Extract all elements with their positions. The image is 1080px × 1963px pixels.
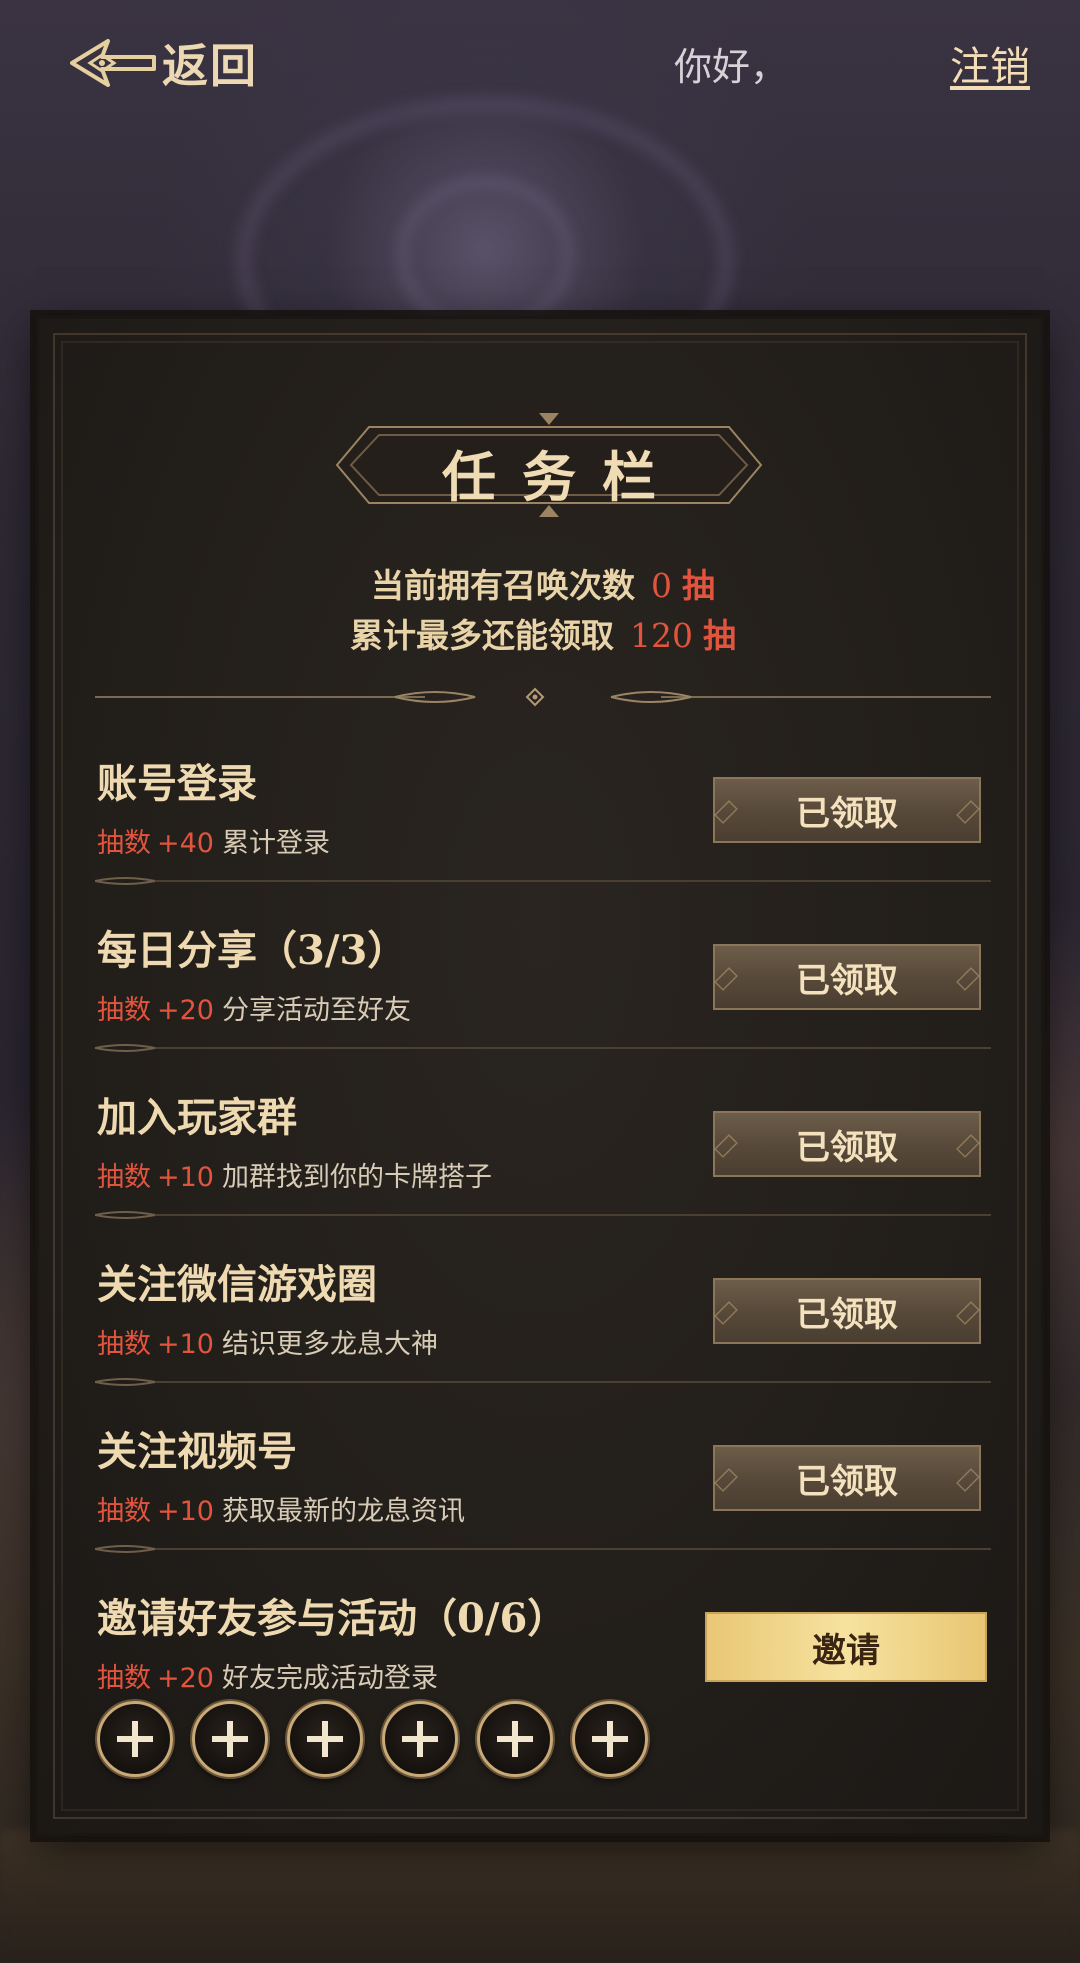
invite-slot[interactable] xyxy=(97,1701,173,1777)
reward-label: 抽数 xyxy=(97,1162,151,1193)
task-title: 账号登录 xyxy=(97,760,257,807)
summary-max-claimable: 累计最多还能领取 120 抽 xyxy=(39,609,1047,657)
task-row-wechat-circle: 关注微信游戏圈 抽数 +10 结识更多龙息大神 已领取 xyxy=(39,1230,1047,1397)
summary-max-label: 累计最多还能领取 xyxy=(350,616,614,655)
reward-label: 抽数 xyxy=(97,1496,151,1527)
claimed-button[interactable]: 已领取 xyxy=(713,1278,981,1344)
claimed-button[interactable]: 已领取 xyxy=(713,777,981,843)
task-title: 每日分享（3/3） xyxy=(97,927,408,974)
task-desc-text: 累计登录 xyxy=(221,828,330,859)
invite-button[interactable]: 邀请 xyxy=(705,1612,987,1682)
reward-label: 抽数 xyxy=(97,995,151,1026)
task-row-join-group: 加入玩家群 抽数 +10 加群找到你的卡牌搭子 已领取 xyxy=(39,1063,1047,1230)
task-desc-text: 好友完成活动登录 xyxy=(221,1663,438,1694)
invite-slot[interactable] xyxy=(572,1701,648,1777)
reward-value: +20 xyxy=(157,995,214,1026)
task-row-login: 账号登录 抽数 +40 累计登录 已领取 xyxy=(39,729,1047,896)
task-description: 抽数 +10 加群找到你的卡牌搭子 xyxy=(97,1155,492,1194)
plus-icon xyxy=(117,1721,153,1757)
background-bottom xyxy=(0,1830,1080,1963)
row-divider xyxy=(95,1211,991,1219)
summary-max-value: 120 xyxy=(630,616,693,655)
reward-value: +10 xyxy=(157,1496,214,1527)
plus-icon xyxy=(212,1721,248,1757)
invite-slots xyxy=(97,1701,667,1777)
reward-value: +10 xyxy=(157,1162,214,1193)
task-desc-text: 获取最新的龙息资讯 xyxy=(221,1496,465,1527)
row-divider xyxy=(95,1545,991,1553)
row-divider xyxy=(95,1044,991,1052)
invite-slot[interactable] xyxy=(287,1701,363,1777)
claimed-button[interactable]: 已领取 xyxy=(713,944,981,1010)
back-label: 返回 xyxy=(162,39,258,93)
plus-icon xyxy=(592,1721,628,1757)
row-divider xyxy=(95,877,991,885)
task-panel: 任务栏 当前拥有召唤次数 0 抽 累计最多还能领取 120 抽 账号登录 抽数 +40 累计… xyxy=(36,316,1044,1836)
panel-title: 任务栏 xyxy=(442,445,682,509)
summary-current-unit: 抽 xyxy=(682,566,715,605)
task-description: 抽数 +40 累计登录 xyxy=(97,821,330,860)
greeting-text: 你好， xyxy=(674,45,789,89)
plus-icon xyxy=(402,1721,438,1757)
reward-value: +10 xyxy=(157,1329,214,1360)
reward-label: 抽数 xyxy=(97,828,151,859)
summary-current-draws: 当前拥有召唤次数 0 抽 xyxy=(39,559,1047,607)
ornament-divider xyxy=(95,687,991,707)
reward-value: +40 xyxy=(157,828,214,859)
task-title: 关注视频号 xyxy=(97,1428,297,1475)
task-row-video-channel: 关注视频号 抽数 +10 获取最新的龙息资讯 已领取 xyxy=(39,1397,1047,1564)
row-divider xyxy=(95,1378,991,1386)
panel-title-plate: 任务栏 xyxy=(329,413,769,517)
plus-icon xyxy=(497,1721,533,1757)
reward-value: +20 xyxy=(157,1663,214,1694)
invite-slot[interactable] xyxy=(477,1701,553,1777)
summary-max-unit: 抽 xyxy=(703,616,736,655)
task-description: 抽数 +20 好友完成活动登录 xyxy=(97,1656,438,1695)
back-arrow-icon xyxy=(70,39,156,87)
back-button[interactable]: 返回 xyxy=(68,30,258,96)
reward-label: 抽数 xyxy=(97,1663,151,1694)
summary-current-label: 当前拥有召唤次数 xyxy=(371,566,635,605)
invite-slot[interactable] xyxy=(382,1701,458,1777)
task-desc-text: 结识更多龙息大神 xyxy=(221,1329,438,1360)
task-desc-text: 分享活动至好友 xyxy=(221,995,411,1026)
summary-current-value: 0 xyxy=(651,566,672,605)
task-desc-text: 加群找到你的卡牌搭子 xyxy=(221,1162,492,1193)
top-bar: 返回 你好， 注销 xyxy=(0,0,1080,120)
logout-link[interactable]: 注销 xyxy=(950,34,1030,92)
task-description: 抽数 +10 获取最新的龙息资讯 xyxy=(97,1489,465,1528)
task-description: 抽数 +10 结识更多龙息大神 xyxy=(97,1322,438,1361)
task-title: 关注微信游戏圈 xyxy=(97,1261,377,1308)
task-row-daily-share: 每日分享（3/3） 抽数 +20 分享活动至好友 已领取 xyxy=(39,896,1047,1063)
reward-label: 抽数 xyxy=(97,1329,151,1360)
task-description: 抽数 +20 分享活动至好友 xyxy=(97,988,411,1027)
plus-icon xyxy=(307,1721,343,1757)
claimed-button[interactable]: 已领取 xyxy=(713,1111,981,1177)
task-title: 邀请好友参与活动（0/6） xyxy=(97,1595,568,1642)
background-ring-inner xyxy=(395,175,575,335)
claimed-button[interactable]: 已领取 xyxy=(713,1445,981,1511)
invite-slot[interactable] xyxy=(192,1701,268,1777)
task-title: 加入玩家群 xyxy=(97,1094,297,1141)
